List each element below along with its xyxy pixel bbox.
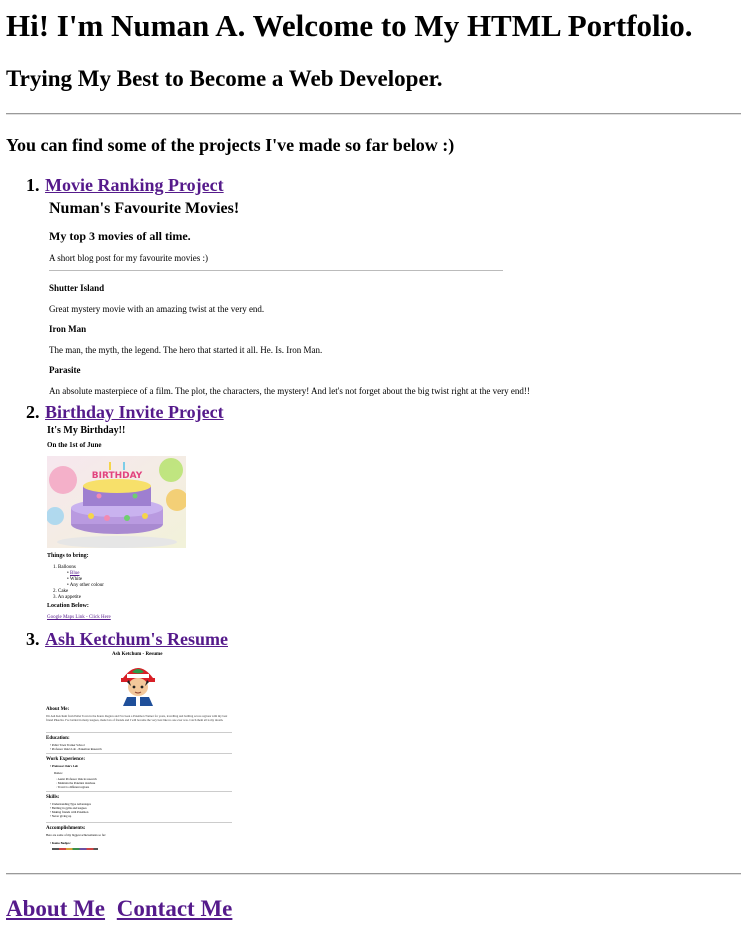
birthday-date: On the 1st of June <box>47 441 102 449</box>
google-maps-link[interactable]: Google Maps Link - Click Here <box>47 615 111 620</box>
project-link-movie-ranking[interactable]: Movie Ranking Project <box>45 175 224 196</box>
footer-nav: About Me Contact Me <box>6 896 238 922</box>
resume-divider <box>46 732 232 733</box>
resume-divider <box>46 822 232 823</box>
list-item: 3. An appetite <box>53 595 81 600</box>
things-list: 1. Balloons • Blue • White • Any other c… <box>53 565 104 601</box>
page-subtitle: Trying My Best to Become a Web Developer… <box>6 66 443 91</box>
resume-heading: Ash Ketchum - Resume <box>112 652 163 657</box>
divider-bottom <box>6 873 741 875</box>
project-number-2: 2. <box>26 402 40 422</box>
contact-me-link[interactable]: Contact Me <box>117 896 233 921</box>
movie-preview-intro: A short blog post for my favourite movie… <box>49 253 208 263</box>
movie-desc: An absolute masterpiece of a film. The p… <box>49 386 530 396</box>
resume-divider <box>46 791 232 792</box>
experience-intro: Duties: <box>54 771 63 775</box>
location-heading: Location Below: <box>47 603 89 609</box>
list-item: • Professor Oak's Lab - Pokemon Research <box>50 747 102 751</box>
movie-desc: The man, the myth, the legend. The hero … <box>49 345 323 355</box>
movie-name: Shutter Island <box>49 283 105 293</box>
project-link-ash-resume[interactable]: Ash Ketchum's Resume <box>45 629 228 650</box>
experience-heading: Work Experience: <box>46 757 86 762</box>
project-number-1: 1. <box>26 175 40 195</box>
kanto-badges-strip <box>52 848 98 850</box>
birthday-heading: It's My Birthday!! <box>47 425 126 436</box>
ash-portrait-image <box>121 668 155 706</box>
movie-name: Iron Man <box>49 324 87 334</box>
accomplishments-text: Here are some of my biggest achievements… <box>46 833 106 837</box>
movie-preview-heading: Numan's Favourite Movies! <box>49 200 240 217</box>
list-item: ◦ Travel to different regions <box>56 785 90 789</box>
about-me-link[interactable]: About Me <box>6 896 105 921</box>
skills-list: • Understanding Type Advantages • Battli… <box>50 802 91 818</box>
movie-desc: Great mystery movie with an amazing twis… <box>49 304 265 314</box>
list-item: • Never giving up <box>50 814 72 818</box>
birthday-cake-image: BIRTHDAY <box>47 456 186 548</box>
intro-text: You can find some of the projects I've m… <box>6 135 455 155</box>
project-number-3: 3. <box>26 629 40 649</box>
experience-list: ◦ Assist Professor Oak in research ◦ Mai… <box>56 777 97 789</box>
skills-heading: Skills: <box>46 795 60 800</box>
page-title: Hi! I'm Numan A. Welcome to My HTML Port… <box>6 8 693 43</box>
education-heading: Education: <box>46 736 70 741</box>
about-text: I'm Ash Ketchum from Pallet Town in the … <box>46 714 228 722</box>
about-heading: About Me: <box>46 707 70 712</box>
movie-name: Parasite <box>49 365 81 375</box>
things-to-bring-heading: Things to bring: <box>47 553 89 559</box>
divider-top <box>6 113 741 115</box>
project-link-birthday-invite[interactable]: Birthday Invite Project <box>45 402 224 423</box>
badges-label: • Kanto Badges: <box>50 841 71 845</box>
experience-role: • Professor Oak's Lab <box>50 764 79 768</box>
resume-divider <box>46 753 232 754</box>
education-list: • Pallet Town Trainer School • Professor… <box>50 743 102 751</box>
movie-preview-divider <box>49 270 503 271</box>
movie-preview-subheading: My top 3 movies of all time. <box>49 229 191 243</box>
accomplishments-heading: Accomplishments: <box>46 826 86 831</box>
svg-text:BIRTHDAY: BIRTHDAY <box>92 471 143 481</box>
